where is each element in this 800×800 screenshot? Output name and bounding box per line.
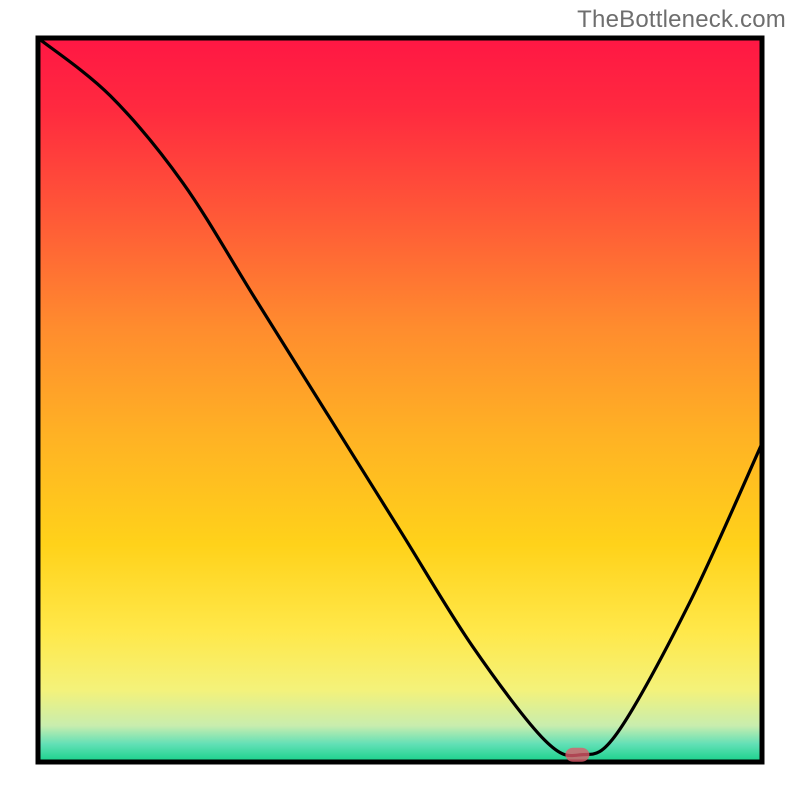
bottleneck-chart: TheBottleneck.com <box>0 0 800 800</box>
plot-background <box>38 38 762 762</box>
watermark-label: TheBottleneck.com <box>577 6 786 34</box>
optimum-marker <box>565 748 589 762</box>
chart-svg <box>0 0 800 800</box>
